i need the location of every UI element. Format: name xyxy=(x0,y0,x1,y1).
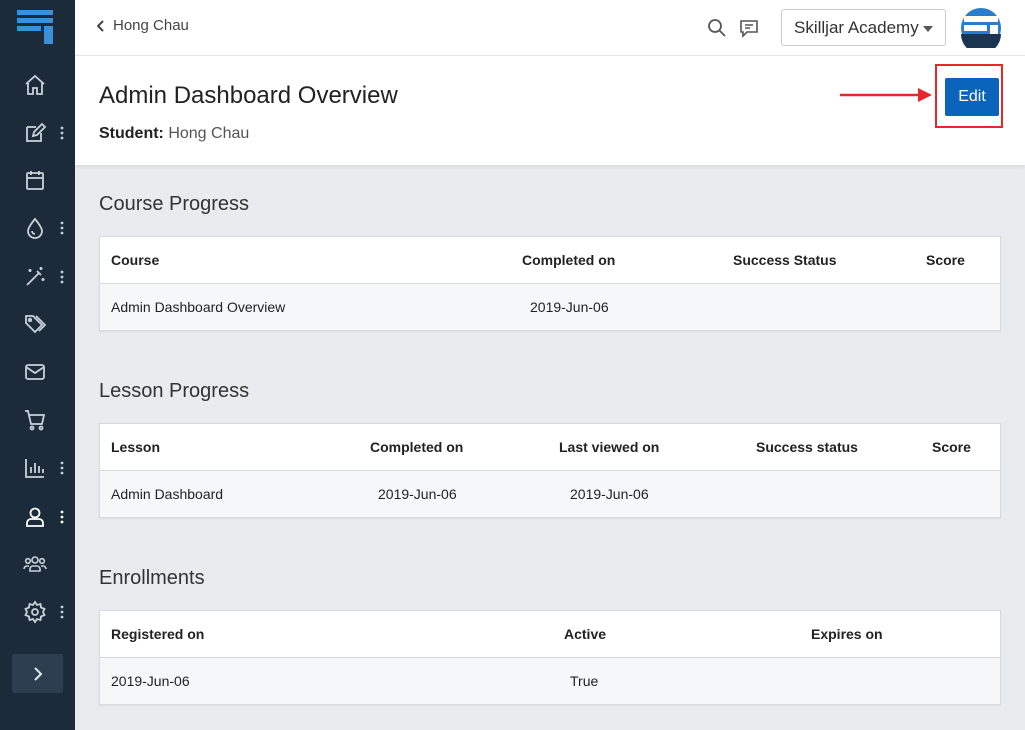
chat-icon[interactable] xyxy=(739,18,759,38)
users-icon xyxy=(23,556,47,572)
course-progress-title: Course Progress xyxy=(99,193,250,215)
table-cell: True xyxy=(570,673,599,689)
sidebar-item-content[interactable] xyxy=(0,113,75,153)
lesson-progress-title: Lesson Progress xyxy=(99,380,250,402)
top-bar: Hong Chau Skilljar Academy xyxy=(75,0,1025,56)
table-cell: 2019-Jun-06 xyxy=(530,299,609,315)
student-label: Student: xyxy=(99,125,164,142)
more-icon[interactable] xyxy=(60,125,64,141)
table-row[interactable]: 2019-Jun-06 True xyxy=(100,658,1000,704)
edit-icon xyxy=(26,122,47,142)
sidebar-item-users[interactable] xyxy=(0,497,75,537)
avatar[interactable] xyxy=(961,8,1001,48)
column-header: Course xyxy=(111,252,160,268)
droplet-icon xyxy=(27,217,43,239)
user-icon xyxy=(26,507,44,527)
page-header: Admin Dashboard Overview Student: Hong C… xyxy=(75,56,1025,165)
organization-select[interactable]: Skilljar Academy xyxy=(781,9,946,46)
sidebar-item-home[interactable] xyxy=(0,65,75,105)
column-header: Active xyxy=(564,626,607,642)
column-header: Success status xyxy=(756,439,858,455)
expand-sidebar-button[interactable] xyxy=(12,654,63,693)
lesson-progress-table: Lesson Completed on Last viewed on Succe… xyxy=(99,423,1001,518)
enrollments-table: Registered on Active Expires on 2019-Jun… xyxy=(99,610,1001,705)
table-row[interactable]: Admin Dashboard 2019-Jun-06 2019-Jun-06 xyxy=(100,471,1000,517)
highlight-box: Edit xyxy=(935,64,1003,128)
column-header: Completed on xyxy=(522,252,616,268)
column-header: Last viewed on xyxy=(559,439,660,455)
student-name: Hong Chau xyxy=(168,125,250,142)
column-header: Score xyxy=(932,439,971,455)
sidebar-item-mail[interactable] xyxy=(0,352,75,392)
sidebar-item-tools[interactable] xyxy=(0,257,75,297)
tag-icon xyxy=(25,315,47,334)
page-title: Admin Dashboard Overview xyxy=(99,82,398,109)
chart-icon xyxy=(25,459,44,478)
table-header: Registered on Active Expires on xyxy=(100,611,1000,658)
column-header: Registered on xyxy=(111,626,205,642)
column-header: Lesson xyxy=(111,439,161,455)
enrollments-title: Enrollments xyxy=(99,567,205,589)
table-cell: 2019-Jun-06 xyxy=(570,486,649,502)
back-link-label: Hong Chau xyxy=(113,17,189,34)
more-icon[interactable] xyxy=(60,220,64,236)
course-progress-table: Course Completed on Success Status Score… xyxy=(99,236,1001,331)
more-icon[interactable] xyxy=(60,604,64,620)
caret-down-icon xyxy=(923,26,933,32)
table-cell: 2019-Jun-06 xyxy=(378,486,457,502)
student-line: Student: Hong Chau xyxy=(99,125,249,143)
organization-select-value: Skilljar Academy xyxy=(794,17,919,37)
back-link[interactable]: Hong Chau xyxy=(97,17,189,34)
gear-icon xyxy=(24,600,46,624)
edit-button[interactable]: Edit xyxy=(945,78,999,116)
sidebar-item-theme[interactable] xyxy=(0,208,75,248)
column-header: Expires on xyxy=(811,626,883,642)
column-header: Completed on xyxy=(370,439,464,455)
more-icon[interactable] xyxy=(60,269,64,285)
sidebar-item-analytics[interactable] xyxy=(0,448,75,488)
arrow-annotation xyxy=(840,88,932,102)
sidebar-item-events[interactable] xyxy=(0,160,75,200)
home-icon xyxy=(25,74,45,95)
column-header: Success Status xyxy=(733,252,837,268)
more-icon[interactable] xyxy=(60,509,64,525)
chevron-left-icon xyxy=(97,19,104,32)
table-header: Lesson Completed on Last viewed on Succe… xyxy=(100,424,1000,471)
sidebar-item-tags[interactable] xyxy=(0,304,75,344)
sidebar xyxy=(0,0,75,730)
sidebar-item-ecommerce[interactable] xyxy=(0,400,75,440)
magic-wand-icon xyxy=(26,267,45,286)
more-icon[interactable] xyxy=(60,460,64,476)
table-header: Course Completed on Success Status Score xyxy=(100,237,1000,284)
mail-icon xyxy=(25,364,45,380)
calendar-icon xyxy=(26,171,44,190)
table-cell: Admin Dashboard xyxy=(111,486,224,502)
column-header: Score xyxy=(926,252,965,268)
skilljar-logo[interactable] xyxy=(17,10,53,44)
table-cell: 2019-Jun-06 xyxy=(111,673,190,689)
sidebar-item-groups[interactable] xyxy=(0,544,75,584)
chevron-right-icon xyxy=(33,666,42,681)
cart-icon xyxy=(25,410,46,431)
table-cell: Admin Dashboard Overview xyxy=(111,299,286,315)
search-icon[interactable] xyxy=(707,18,727,38)
table-row[interactable]: Admin Dashboard Overview 2019-Jun-06 xyxy=(100,284,1000,330)
sidebar-item-settings[interactable] xyxy=(0,592,75,632)
